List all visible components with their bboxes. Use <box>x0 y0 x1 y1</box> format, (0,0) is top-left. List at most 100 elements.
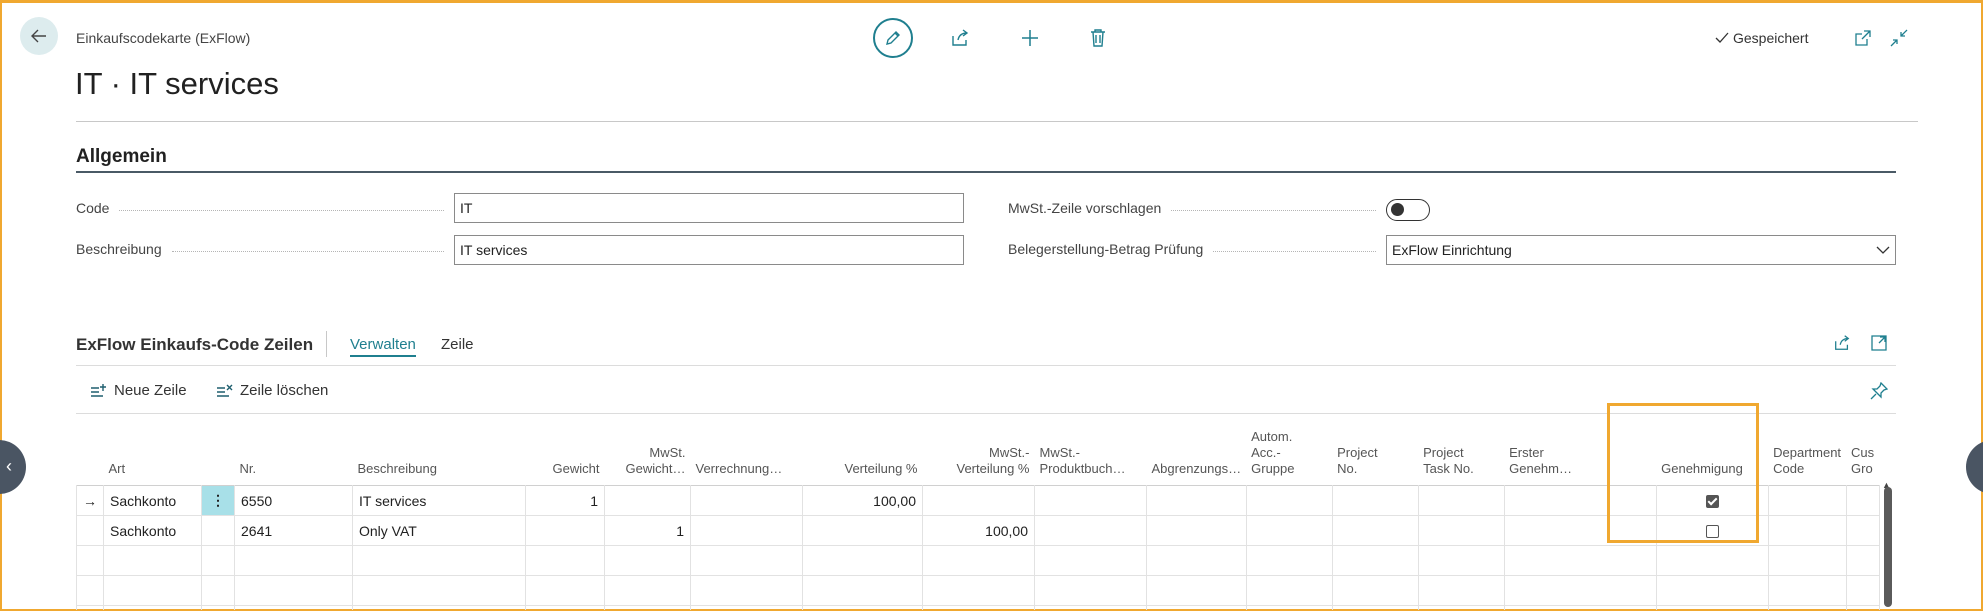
empty-cell[interactable] <box>201 605 235 610</box>
empty-cell[interactable] <box>1767 605 1847 610</box>
empty-cell[interactable] <box>1655 545 1769 576</box>
empty-cell[interactable] <box>103 545 202 576</box>
cell-project-no[interactable] <box>1331 485 1419 516</box>
vat-line-toggle[interactable] <box>1386 199 1430 221</box>
empty-cell[interactable] <box>690 575 803 606</box>
lines-expand-button[interactable] <box>1868 332 1890 354</box>
empty-cell[interactable] <box>234 575 353 606</box>
share-button[interactable] <box>948 26 972 50</box>
col-gewicht[interactable]: Gewicht <box>526 415 605 486</box>
empty-cell[interactable] <box>234 605 353 610</box>
cell-nr[interactable]: 6550 <box>234 485 353 516</box>
empty-cell[interactable] <box>922 545 1035 576</box>
cell-gewicht[interactable]: 1 <box>525 485 605 516</box>
empty-row[interactable] <box>76 605 1880 610</box>
empty-cell[interactable] <box>352 575 526 606</box>
cell-autom-acc[interactable] <box>1245 515 1333 546</box>
amount-check-select[interactable]: ExFlow Einrichtung <box>1386 235 1896 265</box>
empty-cell[interactable] <box>802 545 923 576</box>
col-mwst-gewicht[interactable]: MwSt. Gewicht… <box>605 415 691 486</box>
empty-cell[interactable] <box>1417 605 1505 610</box>
cell-verteilung[interactable]: 100,00 <box>802 485 923 516</box>
new-line-button[interactable]: Neue Zeile <box>90 382 187 399</box>
pin-button[interactable] <box>1868 380 1890 402</box>
cell-gewicht[interactable] <box>525 515 605 546</box>
empty-cell[interactable] <box>525 545 605 576</box>
cell-abgrenzungs[interactable] <box>1146 485 1247 516</box>
delete-line-button[interactable]: Zeile löschen <box>216 382 328 399</box>
cell-cus-gro[interactable] <box>1845 515 1880 546</box>
cell-cus-gro[interactable] <box>1845 485 1880 516</box>
empty-cell[interactable] <box>525 575 605 606</box>
edit-button[interactable] <box>873 18 913 58</box>
col-abgrenzungs[interactable]: Abgrenzungs… <box>1147 415 1247 486</box>
empty-cell[interactable] <box>1767 575 1847 606</box>
empty-cell[interactable] <box>1245 575 1333 606</box>
row-actions-button[interactable]: ⋮ <box>201 485 235 516</box>
empty-cell[interactable] <box>690 605 803 610</box>
empty-cell[interactable] <box>1845 605 1880 610</box>
empty-cell[interactable] <box>76 605 104 610</box>
lines-share-button[interactable] <box>1831 332 1853 354</box>
col-verrechnung[interactable]: Verrechnung… <box>691 415 803 486</box>
cell-beschreibung[interactable]: Only VAT <box>352 515 526 546</box>
cell-mwst-gewicht[interactable]: 1 <box>604 515 691 546</box>
cell-art[interactable]: Sachkonto <box>103 485 202 516</box>
empty-cell[interactable] <box>1845 575 1880 606</box>
col-project-no[interactable]: Project No. <box>1332 415 1418 486</box>
cell-mwst-gewicht[interactable] <box>604 485 691 516</box>
empty-row[interactable] <box>76 545 1880 576</box>
cell-mwst-verteilung[interactable]: 100,00 <box>922 515 1035 546</box>
empty-cell[interactable] <box>234 545 353 576</box>
empty-cell[interactable] <box>1245 605 1333 610</box>
tab-verwalten[interactable]: Verwalten <box>350 336 416 357</box>
collapse-button[interactable] <box>1888 27 1910 49</box>
cell-mwst-verteilung[interactable] <box>922 485 1035 516</box>
empty-cell[interactable] <box>76 575 104 606</box>
empty-row[interactable] <box>76 575 1880 606</box>
cell-mwst-produktbuch[interactable] <box>1034 515 1147 546</box>
empty-cell[interactable] <box>201 545 235 576</box>
empty-cell[interactable] <box>201 575 235 606</box>
empty-cell[interactable] <box>802 605 923 610</box>
empty-cell[interactable] <box>1503 545 1657 576</box>
row-actions-cell[interactable] <box>201 515 235 546</box>
empty-cell[interactable] <box>76 545 104 576</box>
vertical-scrollbar[interactable] <box>1884 487 1892 607</box>
empty-cell[interactable] <box>1503 575 1657 606</box>
code-input[interactable]: IT <box>454 193 964 223</box>
next-record-button[interactable] <box>1966 440 1983 494</box>
empty-cell[interactable] <box>1503 605 1657 610</box>
cell-verteilung[interactable] <box>802 515 923 546</box>
cell-department-code[interactable] <box>1767 485 1847 516</box>
empty-cell[interactable] <box>1655 575 1769 606</box>
col-project-task-no[interactable]: Project Task No. <box>1418 415 1504 486</box>
empty-cell[interactable] <box>103 575 202 606</box>
tab-zeile[interactable]: Zeile <box>441 336 474 353</box>
col-nr[interactable]: Nr. <box>235 415 353 486</box>
col-art[interactable]: Art <box>104 415 202 486</box>
cell-nr[interactable]: 2641 <box>234 515 353 546</box>
empty-cell[interactable] <box>1655 605 1769 610</box>
empty-cell[interactable] <box>604 545 691 576</box>
delete-button[interactable] <box>1086 26 1110 50</box>
empty-cell[interactable] <box>1146 605 1247 610</box>
empty-cell[interactable] <box>690 545 803 576</box>
add-button[interactable] <box>1018 26 1042 50</box>
empty-cell[interactable] <box>1331 545 1419 576</box>
empty-cell[interactable] <box>922 605 1035 610</box>
empty-cell[interactable] <box>1767 545 1847 576</box>
description-input[interactable]: IT services <box>454 235 964 265</box>
col-autom-acc-gruppe[interactable]: Autom. Acc.- Gruppe <box>1246 415 1332 486</box>
empty-cell[interactable] <box>1034 545 1147 576</box>
empty-cell[interactable] <box>1034 575 1147 606</box>
col-mwst-verteilung[interactable]: MwSt.- Verteilung % <box>923 415 1035 486</box>
cell-department-code[interactable] <box>1767 515 1847 546</box>
cell-beschreibung[interactable]: IT services <box>352 485 526 516</box>
cell-verrechnung[interactable] <box>690 485 803 516</box>
empty-cell[interactable] <box>604 605 691 610</box>
empty-cell[interactable] <box>1331 605 1419 610</box>
col-beschreibung[interactable]: Beschreibung <box>353 415 526 486</box>
previous-record-button[interactable]: ‹ <box>0 440 26 494</box>
empty-cell[interactable] <box>604 575 691 606</box>
